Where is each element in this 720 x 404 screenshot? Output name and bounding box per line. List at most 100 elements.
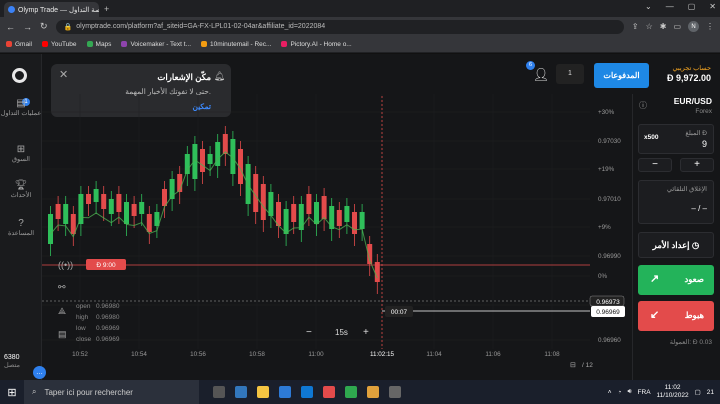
ohlc-low-label: low xyxy=(76,325,86,332)
price-chart[interactable]: +30% 0.97030 +19% 0.97010 +9% 0.96990 0% 0.9697… xyxy=(42,94,632,374)
timeframe-button[interactable]: 15s xyxy=(335,328,348,337)
help-icon: ? xyxy=(18,218,24,229)
bookmark-maps[interactable]: Maps xyxy=(86,41,111,48)
browser-tab[interactable]: Olymp Trade — منصة التداول ✕ xyxy=(4,2,99,17)
star-icon[interactable]: ☆ xyxy=(646,22,653,31)
multiplier-value[interactable]: x500 xyxy=(644,134,658,141)
y-tick-label: 0.97030 xyxy=(598,138,621,145)
draw-icon[interactable]: ⟁ xyxy=(58,306,66,316)
bookmark-pictory[interactable]: Pictory.AI - Home o... xyxy=(281,41,352,48)
olymp-logo-icon[interactable] xyxy=(12,68,27,83)
reload-icon[interactable]: ↻ xyxy=(40,21,48,32)
nav-help[interactable]: ? المساعدة xyxy=(0,218,42,238)
amount-value: 9 xyxy=(701,139,707,149)
taskbar-search[interactable]: ⌕ Taper ici pour rechercher xyxy=(24,380,199,404)
app-2-icon[interactable] xyxy=(389,386,401,398)
bookmark-10minutemail[interactable]: 10minutemail - Rec... xyxy=(201,41,271,48)
clock[interactable]: 11:02 11/10/2022 xyxy=(657,384,689,400)
candle xyxy=(306,194,312,214)
indicators-icon[interactable]: ⚯ xyxy=(58,282,66,292)
candle xyxy=(139,202,145,214)
candle xyxy=(146,214,152,232)
zoom-in-button[interactable]: + xyxy=(363,327,369,338)
candle xyxy=(359,212,365,229)
bookmark-gmail[interactable]: Gmail xyxy=(6,41,32,48)
account-selector[interactable]: حساب تجريبي Đ 9,972.00 xyxy=(651,64,711,83)
task-view-icon[interactable] xyxy=(213,386,225,398)
y-tick-label: +30% xyxy=(598,109,615,116)
x-tick-label: 11:00 xyxy=(308,351,324,358)
trading-app: 1 ▤ عمليات التداول ⊞ السوق 🏆︎ الأحداث ? المس… xyxy=(0,54,720,380)
info-icon[interactable]: ⓘ xyxy=(639,100,647,111)
x-tick-label: 10:58 xyxy=(249,351,265,358)
candle xyxy=(222,134,228,154)
sidebar-icon[interactable]: ▭ xyxy=(673,22,681,31)
url-field[interactable]: 🔒 olymptrade.com/platform?af_siteid=GA-F… xyxy=(55,19,624,34)
app-icon[interactable] xyxy=(323,386,335,398)
nav-market[interactable]: ⊞ السوق xyxy=(0,145,42,164)
store-icon[interactable] xyxy=(279,386,291,398)
edge-icon[interactable] xyxy=(235,386,247,398)
asset-info: EUR/USD Forex xyxy=(674,96,712,115)
asset-tab-label: 1 xyxy=(568,70,572,77)
candle xyxy=(93,189,99,202)
candle xyxy=(48,214,53,244)
nav-events[interactable]: 🏆︎ الأحداث xyxy=(0,181,42,200)
notifications-icon[interactable]: ▢ xyxy=(695,388,701,396)
lock-icon: 🔒 xyxy=(63,23,73,31)
gmail-icon xyxy=(6,41,12,47)
bookmark-youtube[interactable]: YouTube xyxy=(41,40,77,48)
signal-icon[interactable]: ((•)) xyxy=(58,260,73,270)
chrome-icon[interactable] xyxy=(345,386,357,398)
payments-button[interactable]: المدفوعات xyxy=(594,63,649,88)
bookmark-label: 10minutemail - Rec... xyxy=(210,40,272,48)
address-bar: ← → ↻ 🔒 olymptrade.com/platform?af_sitei… xyxy=(0,17,720,36)
y-tick-label: 0% xyxy=(598,273,608,280)
mail-icon[interactable] xyxy=(301,386,313,398)
increase-amount-button[interactable]: + xyxy=(680,158,714,172)
candle xyxy=(131,204,137,216)
close-window-icon[interactable]: ✕ xyxy=(709,2,716,11)
file-explorer-icon[interactable] xyxy=(257,386,269,398)
ohlc-close: 0.96969 xyxy=(96,336,120,343)
close-icon[interactable]: ✕ xyxy=(59,68,68,81)
asset-tab[interactable]: 1 xyxy=(556,64,584,84)
share-icon[interactable]: ⇪ xyxy=(632,22,639,31)
minimize-icon[interactable]: — xyxy=(666,2,674,11)
new-tab-icon[interactable]: + xyxy=(104,4,109,14)
forward-icon[interactable]: → xyxy=(23,22,32,32)
down-button[interactable]: ↙ هبوط xyxy=(638,301,714,331)
up-button[interactable]: ↗ صعود xyxy=(638,265,714,295)
menu-icon[interactable]: ⋮ xyxy=(706,22,714,31)
back-icon[interactable]: ← xyxy=(6,22,15,32)
y-tick-label: +9% xyxy=(598,224,611,231)
autoclose-field[interactable]: الإغلاق التلقائي – / – xyxy=(638,180,714,224)
decrease-amount-button[interactable]: − xyxy=(638,158,672,172)
tab-search-icon[interactable]: ⌄ xyxy=(645,2,652,11)
order-setup-button[interactable]: إعداد الأمر ◷ xyxy=(638,232,714,258)
profile-avatar[interactable]: N xyxy=(688,21,699,32)
candle xyxy=(101,194,107,209)
search-placeholder: Taper ici pour rechercher xyxy=(44,387,133,397)
order-label: إعداد الأمر xyxy=(652,240,690,250)
extensions-icon[interactable]: ✱ xyxy=(660,22,667,31)
network-icon[interactable]: ◔ xyxy=(618,389,622,396)
account-balance: Đ 9,972.00 xyxy=(666,73,711,83)
maximize-icon[interactable]: ▢ xyxy=(688,2,696,11)
bookmark-label: YouTube xyxy=(50,40,77,48)
language-indicator[interactable]: FRA xyxy=(638,389,651,396)
candle xyxy=(344,206,350,222)
current-price-text: 0.96969 xyxy=(596,309,620,316)
tray-chevron-icon[interactable]: ˄ xyxy=(608,389,612,396)
user-icon[interactable]: 👤︎ xyxy=(530,64,552,86)
y-tick-label: 0.97010 xyxy=(598,196,621,203)
bookmark-voicemaker[interactable]: Voicemaker - Text t... xyxy=(121,41,191,48)
chrome-2-icon[interactable] xyxy=(367,386,379,398)
nav-trades[interactable]: ▤ عمليات التداول xyxy=(0,99,42,118)
windows-start-icon[interactable]: ⊞ xyxy=(0,386,24,399)
grid-icon[interactable]: ⊟ xyxy=(570,362,576,369)
zoom-out-button[interactable]: − xyxy=(306,327,312,338)
amount-field[interactable]: المبلغ Đ 9 x500 xyxy=(638,124,714,154)
volume-icon[interactable]: 🔊︎ xyxy=(627,388,631,396)
chart-type-icon[interactable]: ▤ xyxy=(58,329,67,339)
